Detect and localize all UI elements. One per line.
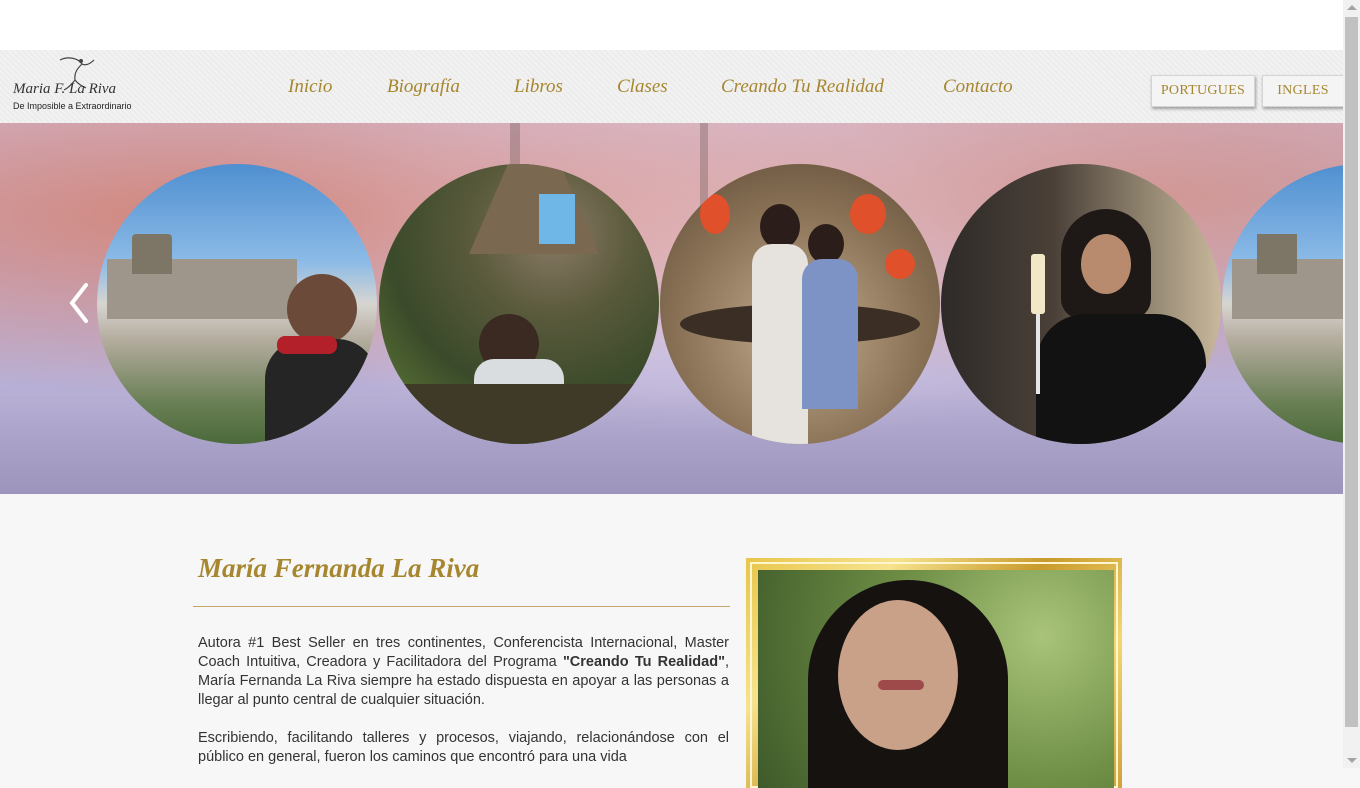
scrollbar-thumb[interactable] [1345,17,1358,727]
site-header: Maria F. La Riva De Imposible a Extraord… [0,50,1344,123]
top-blank-bar [0,0,1343,50]
english-button[interactable]: INGLES [1262,75,1344,107]
hero-slider [0,123,1343,494]
scroll-down-arrow-icon[interactable] [1347,758,1357,763]
slide-photo-eiffel-tower[interactable] [379,164,659,444]
bio-paragraph-1: Autora #1 Best Seller en tres continente… [198,634,729,710]
portrait-photo [758,570,1114,788]
portrait-frame [746,558,1122,788]
bio-program-name: "Creando Tu Realidad" [562,654,725,670]
nav-item-libros[interactable]: Libros [514,76,563,98]
nav-item-biografia[interactable]: Biografía [387,76,460,98]
nav-item-contacto[interactable]: Contacto [943,76,1013,98]
logo-tagline: De Imposible a Extraordinario [13,101,132,111]
vertical-scrollbar[interactable] [1343,0,1360,768]
heading-divider [193,606,730,607]
bio-paragraph-2: Escribiendo, facilitando talleres y proc… [198,730,729,765]
site-logo[interactable]: Maria F. La Riva De Imposible a Extraord… [8,54,138,116]
portuguese-button[interactable]: PORTUGUES [1151,75,1255,107]
biography-text: Autora #1 Best Seller en tres continente… [198,634,729,786]
slide-photo-chateau[interactable] [97,164,377,444]
slide-photo-mother-daughter[interactable] [660,164,940,444]
chevron-left-icon[interactable] [66,281,92,325]
slide-photo-champagne-toast[interactable] [941,164,1221,444]
profile-name-heading: María Fernanda La Riva [198,553,480,583]
logo-script-text: Maria F. La Riva [13,81,117,97]
nav-item-inicio[interactable]: Inicio [288,76,332,98]
nav-item-creando-tu-realidad[interactable]: Creando Tu Realidad [721,76,884,98]
scroll-up-arrow-icon[interactable] [1347,5,1357,10]
nav-item-clases[interactable]: Clases [617,76,668,98]
